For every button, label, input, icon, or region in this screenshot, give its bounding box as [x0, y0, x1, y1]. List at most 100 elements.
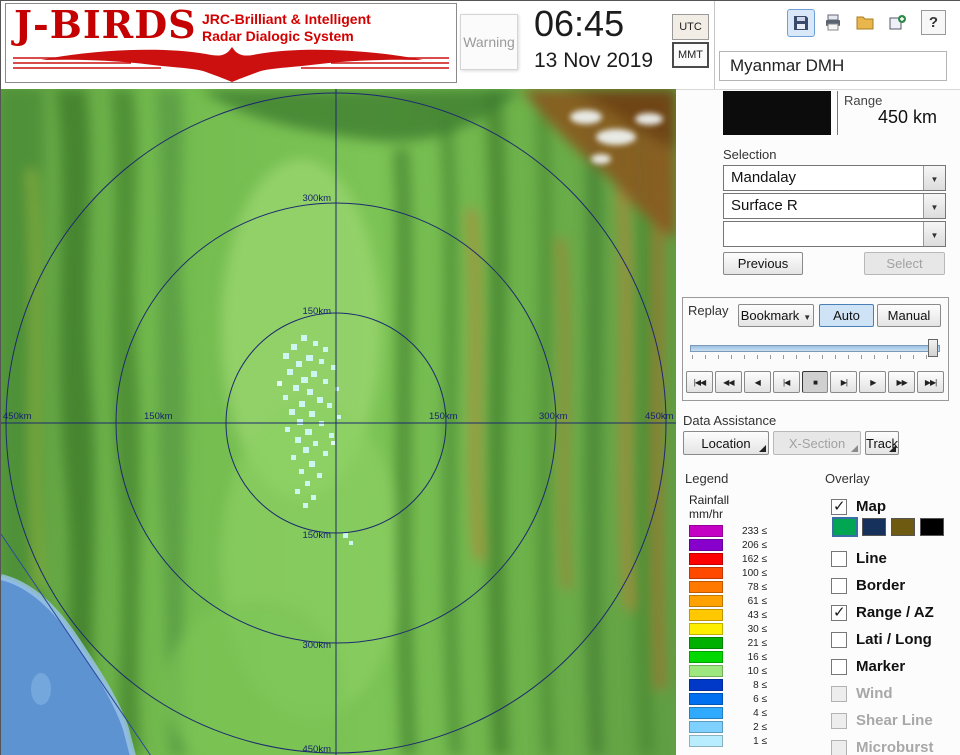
map-style-swatch[interactable] — [862, 518, 886, 536]
overlay-item[interactable]: Microburst — [831, 734, 934, 755]
auto-button[interactable]: Auto — [819, 304, 874, 327]
radar-map[interactable]: 300km 150km 450km 150km 150km 300km 450k… — [1, 89, 676, 755]
chevron-down-icon: ▼ — [803, 313, 812, 322]
legend-value: 233 ≤ — [742, 525, 767, 537]
overlay-item-label: Line — [856, 550, 887, 567]
overlay-item[interactable]: Wind — [831, 680, 934, 707]
header: J-BIRDS JRC-Brilliant & Intelligent Rada… — [1, 1, 960, 89]
playback-controls: |◀◀ ◀◀ ◀ |◀ ■ ▶| ▶ ▶▶ ▶▶| — [686, 371, 945, 393]
legend-row: 43 ≤ — [689, 609, 767, 621]
checkbox[interactable] — [831, 712, 847, 729]
overlay-item-label: Wind — [856, 685, 893, 702]
mmt-button[interactable]: MMT — [672, 42, 709, 68]
logo-subtitle-line1: JRC-Brilliant & Intelligent — [202, 11, 371, 27]
playback-button[interactable]: |◀◀ — [686, 371, 713, 393]
checkbox[interactable] — [831, 550, 847, 567]
replay-slider[interactable] — [690, 337, 940, 359]
radar-map-image: 300km 150km 450km 150km 150km 300km 450k… — [1, 89, 676, 755]
playback-button[interactable]: ◀◀ — [714, 371, 742, 393]
assist-button[interactable]: Track — [865, 431, 900, 455]
ring-label-bottom-450: 450km — [302, 744, 331, 755]
overlay-item-label: Lati / Long — [856, 631, 932, 648]
checkbox[interactable] — [831, 631, 847, 648]
checkbox[interactable] — [831, 577, 847, 594]
legend-value: 100 ≤ — [742, 567, 767, 579]
legend-value: 4 ≤ — [753, 707, 767, 719]
overlay-item[interactable]: Line — [831, 545, 934, 572]
legend-row: 2 ≤ — [689, 721, 767, 733]
map-style-swatch[interactable] — [891, 518, 915, 536]
legend-color-swatch — [689, 665, 723, 677]
product-dropdown[interactable]: Surface R — [723, 193, 946, 219]
overlay-item[interactable]: Shear Line — [831, 707, 934, 734]
map-style-swatch[interactable] — [832, 517, 858, 537]
overlay-item[interactable]: Lati / Long — [831, 626, 934, 653]
extra-dropdown[interactable] — [723, 221, 946, 247]
overlay-item-label: Map — [856, 498, 886, 515]
legend-value: 8 ≤ — [753, 679, 767, 691]
overlay-item[interactable]: Range / AZ — [831, 599, 934, 626]
site-dropdown[interactable]: Mandalay — [723, 165, 946, 191]
legend-unit-line2: mm/hr — [689, 507, 723, 521]
utc-button[interactable]: UTC — [672, 14, 709, 40]
help-button[interactable]: ? — [921, 10, 946, 35]
bookmark-button[interactable]: Bookmark ▼ — [738, 304, 814, 327]
legend-row: 100 ≤ — [689, 567, 767, 579]
data-assistance-buttons: Location X-Section Track — [683, 431, 900, 455]
export-icon — [889, 15, 906, 30]
site-dropdown-value: Mandalay — [731, 169, 797, 186]
playback-button[interactable]: |◀ — [772, 371, 800, 393]
legend-value: 16 ≤ — [747, 651, 767, 663]
checkbox[interactable] — [831, 497, 847, 515]
manual-button[interactable]: Manual — [877, 304, 941, 327]
legend-row: 162 ≤ — [689, 553, 767, 565]
checkbox[interactable] — [831, 739, 847, 755]
playback-button[interactable]: ▶▶ — [888, 371, 916, 393]
legend-unit-line1: Rainfall — [689, 493, 730, 507]
select-button[interactable]: Select — [864, 252, 945, 275]
checkbox[interactable] — [831, 658, 847, 675]
legend-value: 10 ≤ — [747, 665, 767, 677]
playback-button[interactable]: ▶▶| — [917, 371, 945, 393]
chevron-down-icon[interactable] — [923, 166, 945, 190]
print-button[interactable] — [819, 9, 847, 37]
playback-button[interactable]: ■ — [801, 371, 829, 393]
chevron-down-icon[interactable] — [923, 194, 945, 218]
export-button[interactable] — [883, 9, 911, 37]
overlay-item[interactable]: Map — [831, 493, 886, 520]
legend-color-swatch — [689, 623, 723, 635]
overlay-item-label: Shear Line — [856, 712, 933, 729]
assist-button[interactable]: X-Section — [773, 431, 861, 455]
site-image-placeholder — [723, 91, 831, 135]
playback-button[interactable]: ◀ — [743, 371, 771, 393]
save-icon — [794, 16, 808, 30]
logo-subtitle: JRC-Brilliant & Intelligent Radar Dialog… — [202, 11, 371, 45]
legend-value: 1 ≤ — [753, 735, 767, 747]
assist-button[interactable]: Location — [683, 431, 769, 455]
previous-button[interactable]: Previous — [723, 252, 803, 275]
checkbox[interactable] — [831, 685, 847, 702]
legend-row: 4 ≤ — [689, 707, 767, 719]
overlay-label: Overlay — [825, 471, 870, 486]
map-style-swatch[interactable] — [920, 518, 944, 536]
playback-button[interactable]: ▶| — [830, 371, 858, 393]
legend-value: 30 ≤ — [747, 623, 767, 635]
ring-label-bottom-150: 150km — [302, 530, 331, 541]
folder-button[interactable] — [851, 9, 879, 37]
replay-slider-ticks — [692, 355, 938, 359]
chevron-down-icon[interactable] — [923, 222, 945, 246]
checkbox[interactable] — [831, 603, 847, 621]
legend-row: 1 ≤ — [689, 735, 767, 747]
playback-button[interactable]: ▶ — [859, 371, 887, 393]
ring-label-top-300: 300km — [302, 193, 331, 204]
overlay-item-label: Marker — [856, 658, 906, 675]
warning-button[interactable]: Warning — [460, 14, 518, 70]
save-button[interactable] — [787, 9, 815, 37]
legend-color-swatch — [689, 735, 723, 747]
overlay-item[interactable]: Marker — [831, 653, 934, 680]
selection-label: Selection — [723, 147, 777, 162]
map-style-swatches — [832, 517, 944, 537]
replay-slider-track[interactable] — [690, 345, 940, 352]
overlay-item[interactable]: Border — [831, 572, 934, 599]
legend-color-swatch — [689, 637, 723, 649]
